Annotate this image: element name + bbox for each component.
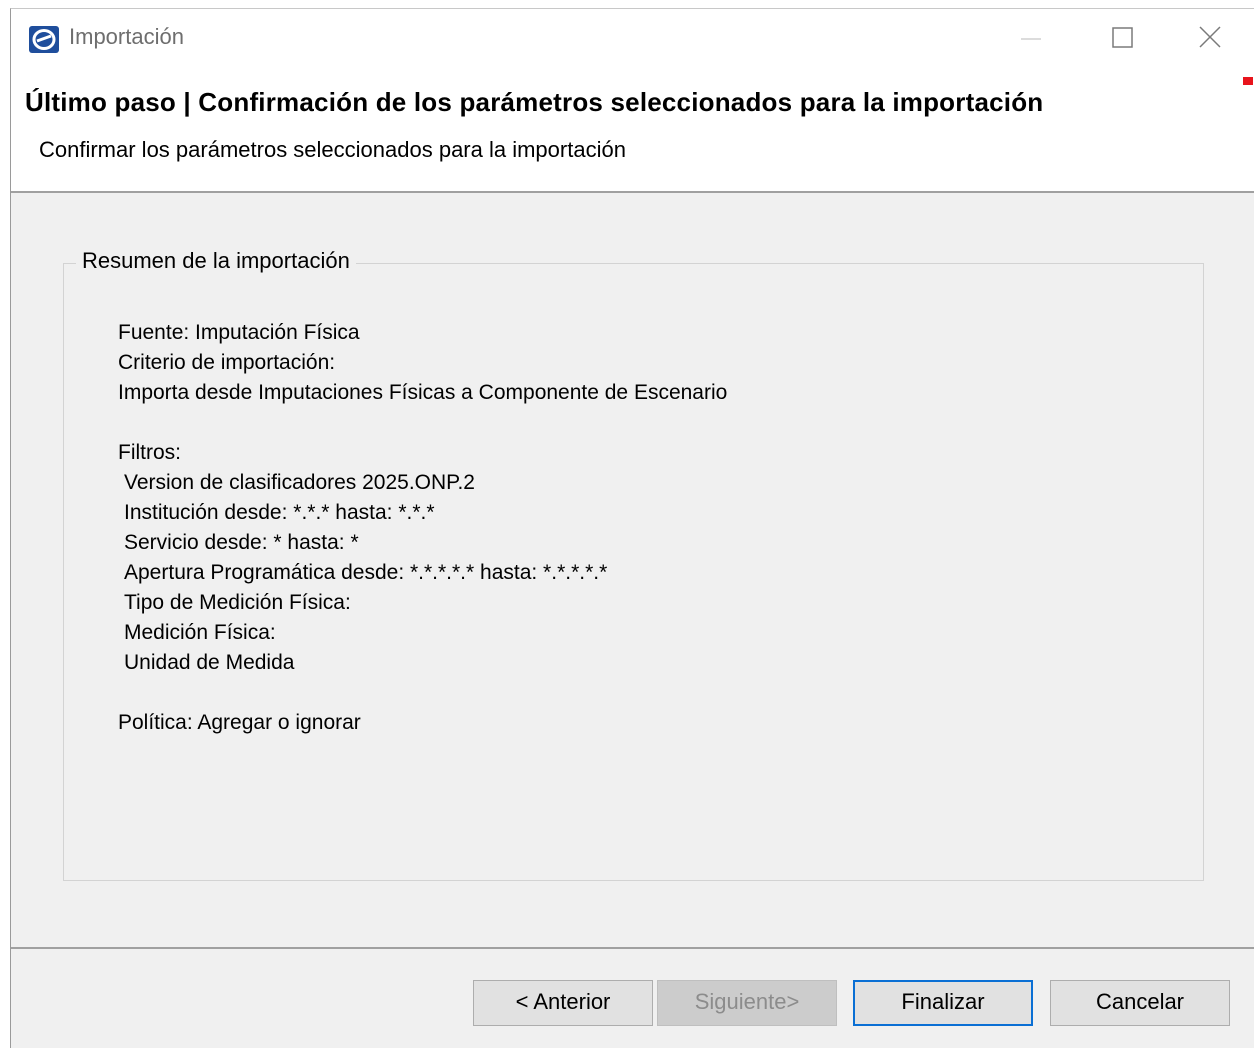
- filters-label: Filtros:: [118, 441, 181, 464]
- close-icon[interactable]: [1195, 23, 1225, 53]
- page-title: Último paso | Confirmación de los paráme…: [25, 87, 1044, 117]
- app-logo-icon: [29, 26, 59, 53]
- next-button[interactable]: Siguiente>: [657, 980, 837, 1026]
- wizard-content: Resumen de la importación Fuente: Imputa…: [11, 193, 1254, 947]
- maximize-icon[interactable]: [1107, 23, 1137, 53]
- indicator-mark: [1243, 77, 1253, 85]
- cancel-button[interactable]: Cancelar: [1050, 980, 1230, 1026]
- criterion-label: Criterio de importación:: [118, 351, 336, 374]
- window-title: Importación: [69, 24, 184, 49]
- footer-separator: [11, 947, 1254, 949]
- page-subtitle: Confirmar los parámetros seleccionados p…: [39, 137, 626, 162]
- previous-button[interactable]: < Anterior: [473, 980, 653, 1026]
- policy-line: Política: Agregar o ignorar: [118, 711, 361, 734]
- title-bar[interactable]: Importación: [11, 9, 1254, 69]
- import-summary-group: Resumen de la importación Fuente: Imputa…: [63, 248, 1204, 881]
- filter-measurement-type: Tipo de Medición Física:: [124, 591, 351, 614]
- filter-institution: Institución desde: *.*.* hasta: *.*.*: [124, 501, 435, 524]
- summary-text: Fuente: Imputación Física Criterio de im…: [118, 318, 727, 738]
- filter-service: Servicio desde: * hasta: *: [124, 531, 359, 554]
- import-dialog: Importación Último paso | Confirmación d…: [10, 8, 1254, 1048]
- filter-unit-of-measure: Unidad de Medida: [124, 651, 295, 674]
- wizard-header: Último paso | Confirmación de los paráme…: [11, 69, 1254, 193]
- filter-program-opening: Apertura Programática desde: *.*.*.*.* h…: [124, 561, 608, 584]
- criterion-value: Importa desde Imputaciones Físicas a Com…: [118, 381, 728, 404]
- group-legend: Resumen de la importación: [76, 248, 356, 274]
- filter-classifier-version: Version de clasificadores 2025.ONP.2: [124, 471, 475, 494]
- minimize-icon[interactable]: [1016, 23, 1046, 53]
- filter-physical-measurement: Medición Física:: [124, 621, 276, 644]
- finish-button[interactable]: Finalizar: [853, 980, 1033, 1026]
- source-line: Fuente: Imputación Física: [118, 321, 360, 344]
